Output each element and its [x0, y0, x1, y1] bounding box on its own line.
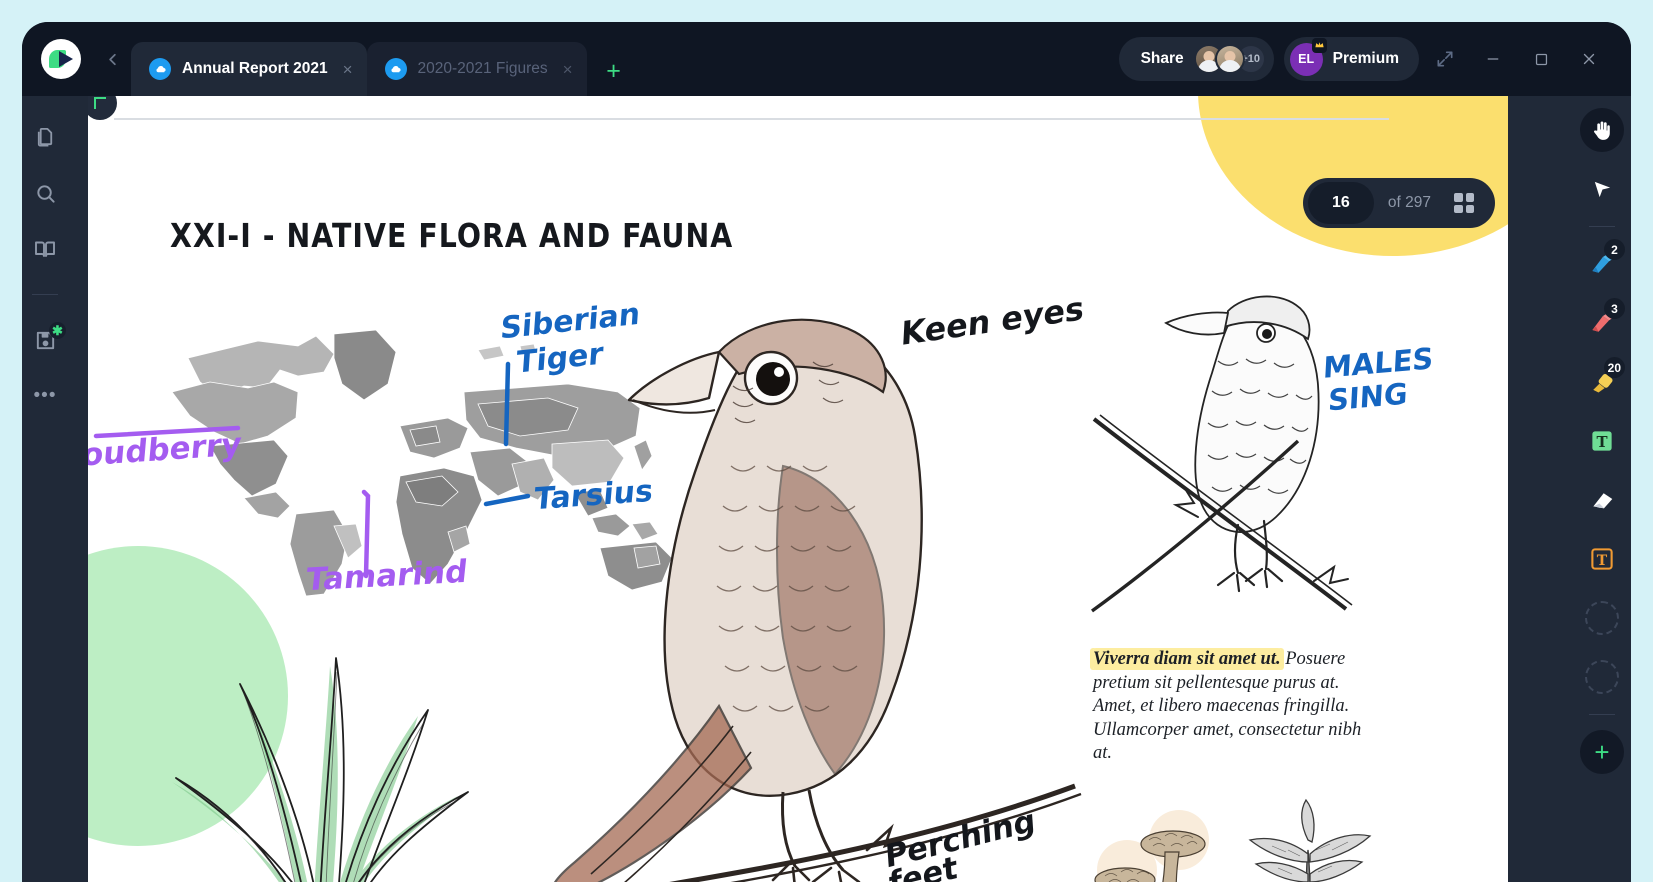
svg-text:T: T: [1597, 553, 1608, 569]
select-pointer-tool[interactable]: [1580, 167, 1624, 211]
tab-title: 2020-2021 Figures: [418, 60, 548, 78]
share-button[interactable]: Share +10: [1119, 37, 1274, 81]
grid-cell: [1466, 205, 1475, 214]
document-canvas[interactable]: XXI-I - NATIVE FLORA AND FAUNA: [68, 96, 1573, 882]
annotation-toolbar: 2 3 20 T: [1573, 96, 1631, 882]
crown-icon: [1312, 38, 1327, 53]
annotation-sing[interactable]: SING: [1327, 376, 1408, 417]
empty-tool-slot[interactable]: [1580, 596, 1624, 640]
tab-title: Annual Report 2021: [182, 60, 328, 78]
red-pen-tool[interactable]: 3: [1580, 301, 1624, 345]
current-page-number[interactable]: 16: [1308, 182, 1374, 224]
maximize-button[interactable]: [1519, 37, 1563, 81]
avatar: EL: [1290, 43, 1323, 76]
save-badge: ✱: [49, 322, 66, 339]
red-pen-badge: 3: [1604, 298, 1625, 319]
more-options-icon[interactable]: •••: [32, 383, 58, 409]
workspace: ✱ ••• XXI-I - NATIVE FLORA AND FAUNA: [22, 96, 1631, 882]
close-button[interactable]: [1567, 37, 1611, 81]
document-page[interactable]: XXI-I - NATIVE FLORA AND FAUNA: [88, 96, 1508, 882]
empty-slot-circle: [1585, 601, 1619, 635]
page-indicator[interactable]: 16 of 297: [1303, 178, 1495, 228]
yellow-highlighter-tool[interactable]: 20: [1580, 360, 1624, 404]
titlebar-actions: Share +10 EL: [1119, 37, 1631, 81]
reader-book-icon[interactable]: [32, 236, 58, 262]
empty-slot-circle: [1585, 660, 1619, 694]
grid-cell: [1454, 193, 1463, 202]
logo-shape-navy: [59, 51, 73, 67]
tab-close-icon[interactable]: ×: [559, 61, 573, 78]
sidebar-divider: [32, 294, 58, 295]
add-tool-button[interactable]: +: [1580, 730, 1624, 774]
new-tab-button[interactable]: +: [597, 54, 631, 88]
avatar-initials: EL: [1298, 52, 1314, 66]
body-paragraph[interactable]: Viverra diam sit amet ut. Posuere pretiu…: [1093, 648, 1383, 766]
premium-label: Premium: [1333, 50, 1399, 68]
avatar: [1215, 44, 1245, 74]
app-logo-icon[interactable]: [41, 39, 81, 79]
toolbar-divider: [1589, 226, 1615, 227]
cloud-icon: [149, 58, 171, 80]
minimize-button[interactable]: [1471, 37, 1515, 81]
green-text-tool[interactable]: T: [1580, 419, 1624, 463]
highlighted-phrase[interactable]: Viverra diam sit amet ut.: [1093, 648, 1281, 670]
back-arrow-icon[interactable]: [93, 40, 131, 78]
grid-cell: [1454, 205, 1463, 214]
collaborator-avatars[interactable]: +10: [1194, 44, 1266, 74]
orange-textbox-tool[interactable]: T: [1580, 537, 1624, 581]
expand-icon[interactable]: [1423, 37, 1467, 81]
toolbar-divider: [1589, 714, 1615, 715]
title-bar: Annual Report 2021 × 2020-2021 Figures ×…: [22, 22, 1631, 96]
left-sidebar: ✱ •••: [22, 96, 68, 882]
blue-pen-badge: 2: [1604, 239, 1625, 260]
premium-button[interactable]: EL Premium: [1284, 37, 1419, 81]
blue-pen-tool[interactable]: 2: [1580, 242, 1624, 286]
save-icon[interactable]: ✱: [32, 327, 58, 353]
tab-figures[interactable]: 2020-2021 Figures ×: [367, 42, 587, 96]
search-icon[interactable]: [32, 180, 58, 206]
eraser-tool[interactable]: [1580, 478, 1624, 522]
app-window: Annual Report 2021 × 2020-2021 Figures ×…: [22, 22, 1631, 882]
highlighter-badge: 20: [1604, 357, 1625, 378]
svg-text:T: T: [1596, 433, 1607, 451]
grid-cell: [1466, 193, 1475, 202]
total-pages-label: of 297: [1388, 194, 1431, 212]
share-label: Share: [1141, 50, 1184, 68]
tab-annual-report[interactable]: Annual Report 2021 ×: [131, 42, 367, 96]
empty-tool-slot[interactable]: [1580, 655, 1624, 699]
tab-close-icon[interactable]: ×: [339, 61, 353, 78]
pages-panel-icon[interactable]: [32, 124, 58, 150]
grid-view-icon[interactable]: [1445, 184, 1483, 222]
hand-tool[interactable]: [1580, 108, 1624, 152]
avatar-body: [1219, 60, 1241, 72]
cloud-icon: [385, 58, 407, 80]
